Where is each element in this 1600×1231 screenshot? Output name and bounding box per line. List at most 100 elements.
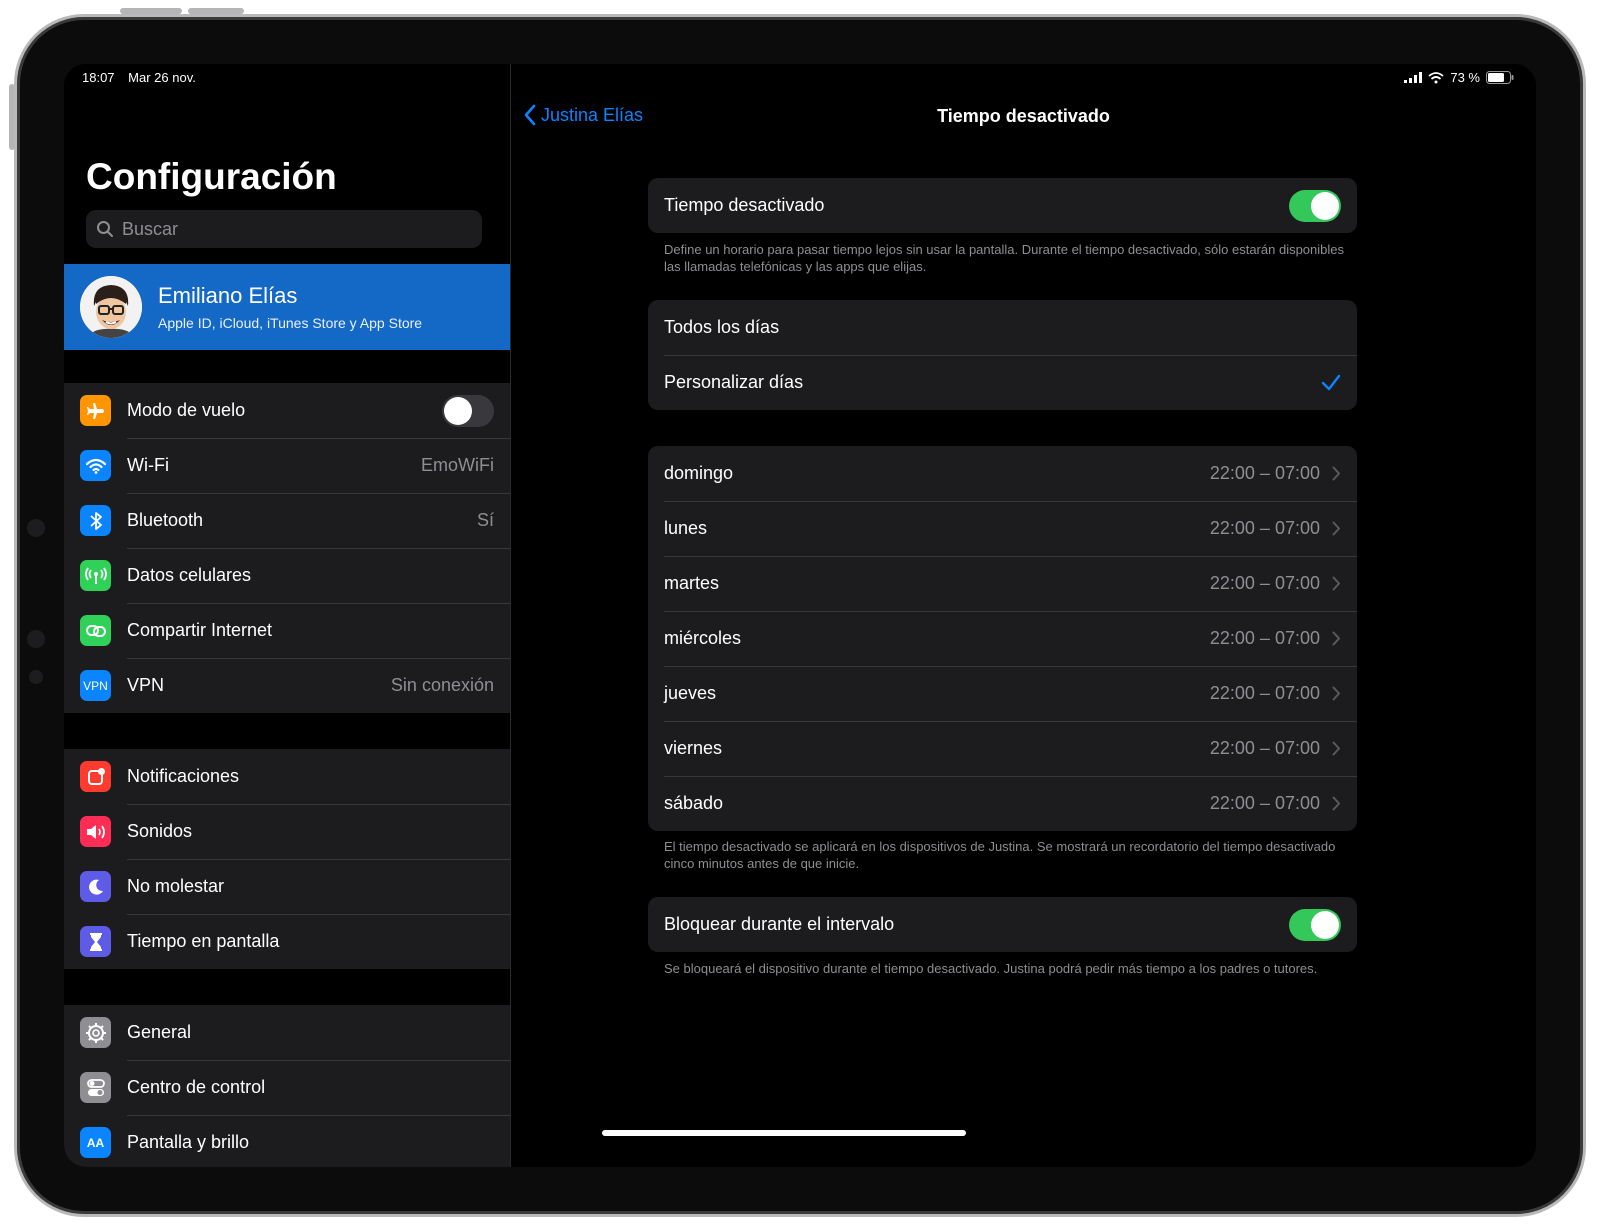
- day-row[interactable]: miércoles 22:00 – 07:00: [648, 611, 1357, 666]
- sidebar-item-label: Wi-Fi: [127, 455, 169, 475]
- sidebar-item-screen-time[interactable]: Tiempo en pantalla: [64, 914, 510, 969]
- block-footer: Se bloqueará el dispositivo durante el t…: [664, 961, 1318, 976]
- day-label: lunes: [664, 518, 708, 538]
- home-indicator[interactable]: [602, 1130, 966, 1136]
- day-time-range: 22:00 – 07:00: [1209, 683, 1320, 703]
- sidebar-item-label: Bluetooth: [127, 510, 204, 530]
- gear-icon: [80, 1017, 111, 1048]
- toggle-knob: [1311, 191, 1339, 220]
- chevron-right-icon: [1332, 741, 1340, 756]
- day-row[interactable]: martes 22:00 – 07:00: [648, 556, 1357, 611]
- day-row[interactable]: viernes 22:00 – 07:00: [648, 721, 1357, 776]
- toggle-knob: [1311, 910, 1339, 939]
- chevron-right-icon: [1332, 521, 1340, 536]
- vpn-icon: VPN: [80, 670, 111, 701]
- detail-title: Tiempo desactivado: [937, 106, 1110, 126]
- downtime-footer: Define un horario para pasar tiempo lejo…: [664, 242, 1345, 274]
- screen: 18:07 Mar 26 nov. Configuración Buscar E…: [64, 64, 1536, 1167]
- sidebar-item-sounds[interactable]: Sonidos: [64, 804, 510, 859]
- block-label: Bloquear durante el intervalo: [664, 914, 895, 934]
- day-time-range: 22:00 – 07:00: [1209, 738, 1320, 758]
- sidebar-item-cellular[interactable]: Datos celulares: [64, 548, 510, 603]
- settings-group-notifications: Notificaciones Sonidos No molestar Tiemp…: [64, 749, 510, 969]
- chevron-right-icon: [1332, 466, 1340, 481]
- settings-group-connectivity: Modo de vuelo Wi-Fi EmoWiFi Bluetooth Sí: [64, 383, 510, 713]
- sidebar-item-airplane-mode[interactable]: Modo de vuelo: [64, 383, 510, 438]
- wifi-status-icon: [1428, 71, 1444, 83]
- day-label: martes: [664, 573, 720, 593]
- block-toggle[interactable]: [1289, 908, 1341, 941]
- status-bar-left: 18:07 Mar 26 nov.: [82, 70, 206, 85]
- sidebar-item-label: Centro de control: [127, 1077, 266, 1097]
- search-bar[interactable]: [86, 210, 482, 248]
- status-bar-right: 73 %: [1404, 70, 1514, 85]
- control-center-icon: [80, 1072, 111, 1103]
- side-sensor: [27, 519, 45, 537]
- sidebar-item-general[interactable]: General: [64, 1005, 510, 1060]
- days-card: domingo 22:00 – 07:00 lunes 22:00 – 07:00 ma…: [648, 446, 1357, 831]
- sidebar-item-bluetooth[interactable]: Bluetooth Sí: [64, 493, 510, 548]
- day-row[interactable]: jueves 22:00 – 07:00: [648, 666, 1357, 721]
- wifi-network-value: EmoWiFi: [421, 455, 494, 475]
- day-time-range: 22:00 – 07:00: [1209, 573, 1320, 593]
- chevron-right-icon: [1332, 686, 1340, 701]
- toggle-knob: [444, 396, 472, 425]
- day-row[interactable]: sábado 22:00 – 07:00: [648, 776, 1357, 831]
- sidebar-item-label: No molestar: [127, 876, 225, 896]
- airplane-mode-toggle[interactable]: [442, 394, 494, 427]
- chevron-right-icon: [1332, 576, 1340, 591]
- apple-id-profile[interactable]: Emiliano Elías Apple ID, iCloud, iTunes …: [64, 264, 510, 350]
- search-input[interactable]: [120, 217, 464, 241]
- day-time-range: 22:00 – 07:00: [1209, 518, 1320, 538]
- side-sensor: [29, 670, 43, 684]
- day-row[interactable]: domingo 22:00 – 07:00: [648, 446, 1357, 501]
- option-label: Todos los días: [664, 317, 780, 337]
- sidebar-item-wifi[interactable]: Wi-Fi EmoWiFi: [64, 438, 510, 493]
- day-label: miércoles: [664, 628, 742, 648]
- sidebar-item-label: Modo de vuelo: [127, 400, 246, 420]
- option-every-day[interactable]: Todos los días: [648, 300, 1357, 355]
- block-card: Bloquear durante el intervalo: [648, 897, 1357, 952]
- day-row[interactable]: lunes 22:00 – 07:00: [648, 501, 1357, 556]
- airplane-icon: [80, 395, 111, 426]
- option-customize-days[interactable]: Personalizar días: [648, 355, 1357, 410]
- downtime-toggle[interactable]: [1289, 189, 1341, 222]
- chevron-right-icon: [1332, 631, 1340, 646]
- days-footer: El tiempo desactivado se aplicará en los…: [664, 839, 1336, 871]
- day-label: jueves: [664, 683, 717, 703]
- sidebar-item-notifications[interactable]: Notificaciones: [64, 749, 510, 804]
- status-date: Mar 26 nov.: [128, 70, 196, 85]
- avatar: [80, 276, 142, 338]
- page-title: Configuración: [86, 156, 337, 197]
- hotspot-icon: [80, 615, 111, 646]
- sidebar-item-vpn[interactable]: VPN VPN Sin conexión: [64, 658, 510, 713]
- option-label: Personalizar días: [664, 372, 804, 392]
- sidebar-item-label: Pantalla y brillo: [127, 1132, 250, 1152]
- cellular-icon: [80, 560, 111, 591]
- block-at-downtime-row[interactable]: Bloquear durante el intervalo: [648, 897, 1357, 952]
- day-time-range: 22:00 – 07:00: [1209, 628, 1320, 648]
- sidebar-item-label: Sonidos: [127, 821, 193, 841]
- sidebar-item-display-brightness[interactable]: AA Pantalla y brillo: [64, 1115, 510, 1167]
- battery-icon: [1486, 71, 1514, 84]
- day-time-range: 22:00 – 07:00: [1209, 463, 1320, 483]
- sidebar-item-control-center[interactable]: Centro de control: [64, 1060, 510, 1115]
- day-label: domingo: [664, 463, 734, 483]
- profile-subtitle: Apple ID, iCloud, iTunes Store y App Sto…: [158, 315, 423, 331]
- status-time: 18:07: [82, 70, 115, 85]
- day-label: sábado: [664, 793, 724, 813]
- downtime-label: Tiempo desactivado: [664, 195, 825, 215]
- chevron-right-icon: [1332, 796, 1340, 811]
- sidebar-item-personal-hotspot[interactable]: Compartir Internet: [64, 603, 510, 658]
- sidebar-item-do-not-disturb[interactable]: No molestar: [64, 859, 510, 914]
- side-sensor: [27, 630, 45, 648]
- sidebar-item-label: Notificaciones: [127, 766, 240, 786]
- sidebar-item-label: General: [127, 1022, 192, 1042]
- downtime-row[interactable]: Tiempo desactivado: [648, 178, 1357, 233]
- checkmark-icon: [1321, 374, 1341, 390]
- signal-icon: [1404, 72, 1423, 83]
- notifications-icon: [80, 761, 111, 792]
- wifi-icon: [80, 450, 111, 481]
- settings-group-general: General Centro de control AA Pantalla y …: [64, 1005, 510, 1167]
- sidebar-item-label: Compartir Internet: [127, 620, 273, 640]
